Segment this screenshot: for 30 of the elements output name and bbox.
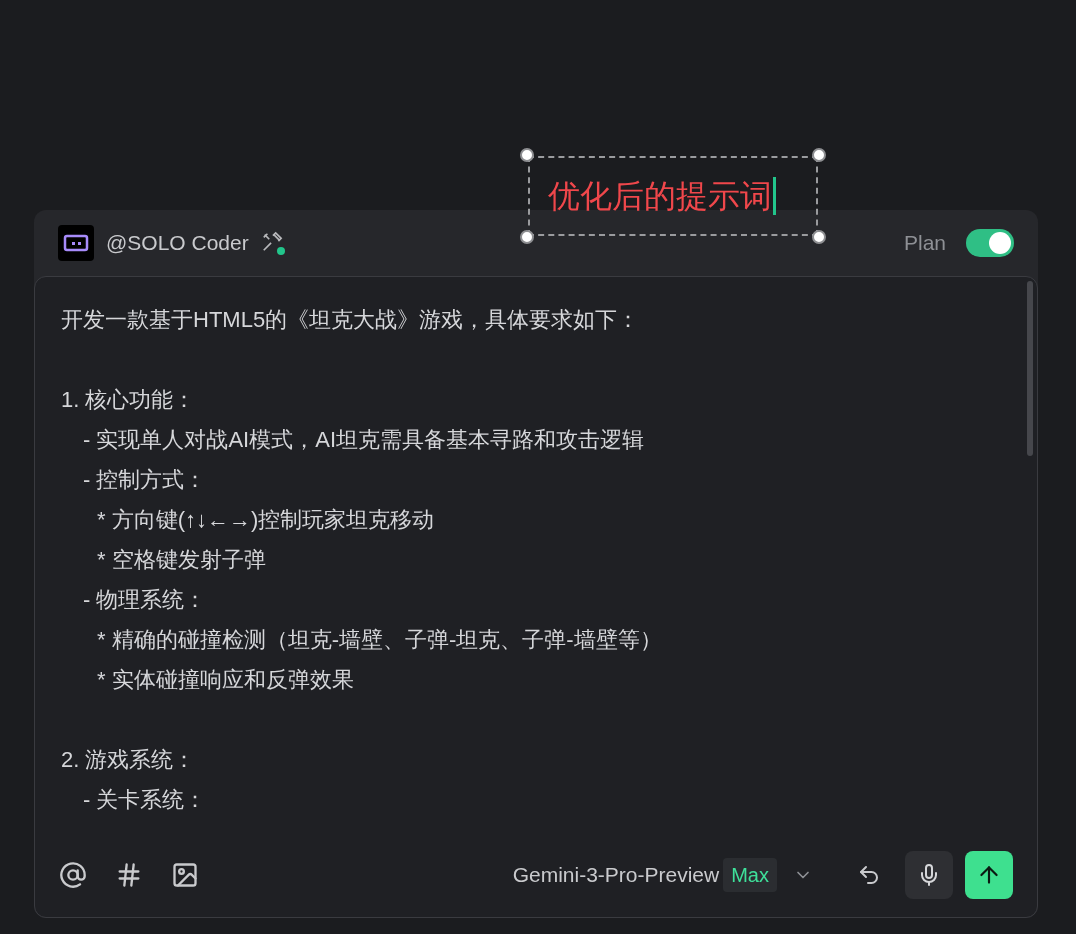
mention-icon[interactable] (59, 861, 87, 889)
prompt-line: 1. 核心功能： (61, 385, 196, 414)
text-caret (773, 177, 776, 215)
plan-label: Plan (903, 230, 946, 257)
resize-handle[interactable] (520, 148, 534, 162)
tools-icon[interactable] (260, 231, 285, 255)
prompt-editor[interactable]: 开发一款基于HTML5的《坦克大战》游戏，具体要求如下： 1. 核心功能： - 实现单人对战AI模式，AI坦克需具备基本寻路和攻击逻辑 - 控制方式： * 方向键(↑↓←→)控制玩家坦克移动 * 空格键发射子弹 - 物理系统： * 精确的碰撞检测（坦克-墙壁、子弹-坦克、子弹-墙壁等） * 实体碰撞响应和反弹效果 2. 游戏系统： - 关卡系统： Gemini-3-Pro-Preview Max (34, 276, 1038, 918)
prompt-line: * 精确的碰撞检测（坦克-墙壁、子弹-坦克、子弹-墙壁等） (97, 625, 662, 654)
prompt-line: * 实体碰撞响应和反弹效果 (97, 665, 354, 694)
prompt-line: * 空格键发射子弹 (97, 545, 266, 574)
prompt-line: * 方向键(↑↓←→)控制玩家坦克移动 (97, 505, 435, 534)
prompt-line: - 关卡系统： (83, 785, 207, 814)
robot-logo-icon (58, 225, 94, 261)
tier-badge: Max (723, 858, 777, 892)
mic-button[interactable] (905, 851, 953, 899)
model-selector[interactable]: Gemini-3-Pro-Preview Max (512, 858, 813, 892)
prompt-line: - 物理系统： (83, 585, 207, 614)
agent-name[interactable]: @SOLO Coder (106, 227, 249, 259)
prompt-line: 2. 游戏系统： (61, 745, 196, 774)
prompt-line: - 实现单人对战AI模式，AI坦克需具备基本寻路和攻击逻辑 (83, 425, 644, 454)
prompt-line: - 控制方式： (83, 465, 207, 494)
model-name: Gemini-3-Pro-Preview (512, 862, 720, 889)
undo-icon[interactable] (857, 863, 881, 887)
image-icon[interactable] (171, 861, 199, 889)
annotation-label: 优化后的提示词 (548, 177, 772, 216)
plan-toggle[interactable] (966, 229, 1014, 257)
scrollbar-thumb[interactable] (1027, 281, 1033, 456)
prompt-line: 开发一款基于HTML5的《坦克大战》游戏，具体要求如下： (61, 305, 640, 334)
resize-handle[interactable] (812, 148, 826, 162)
send-button[interactable] (965, 851, 1013, 899)
